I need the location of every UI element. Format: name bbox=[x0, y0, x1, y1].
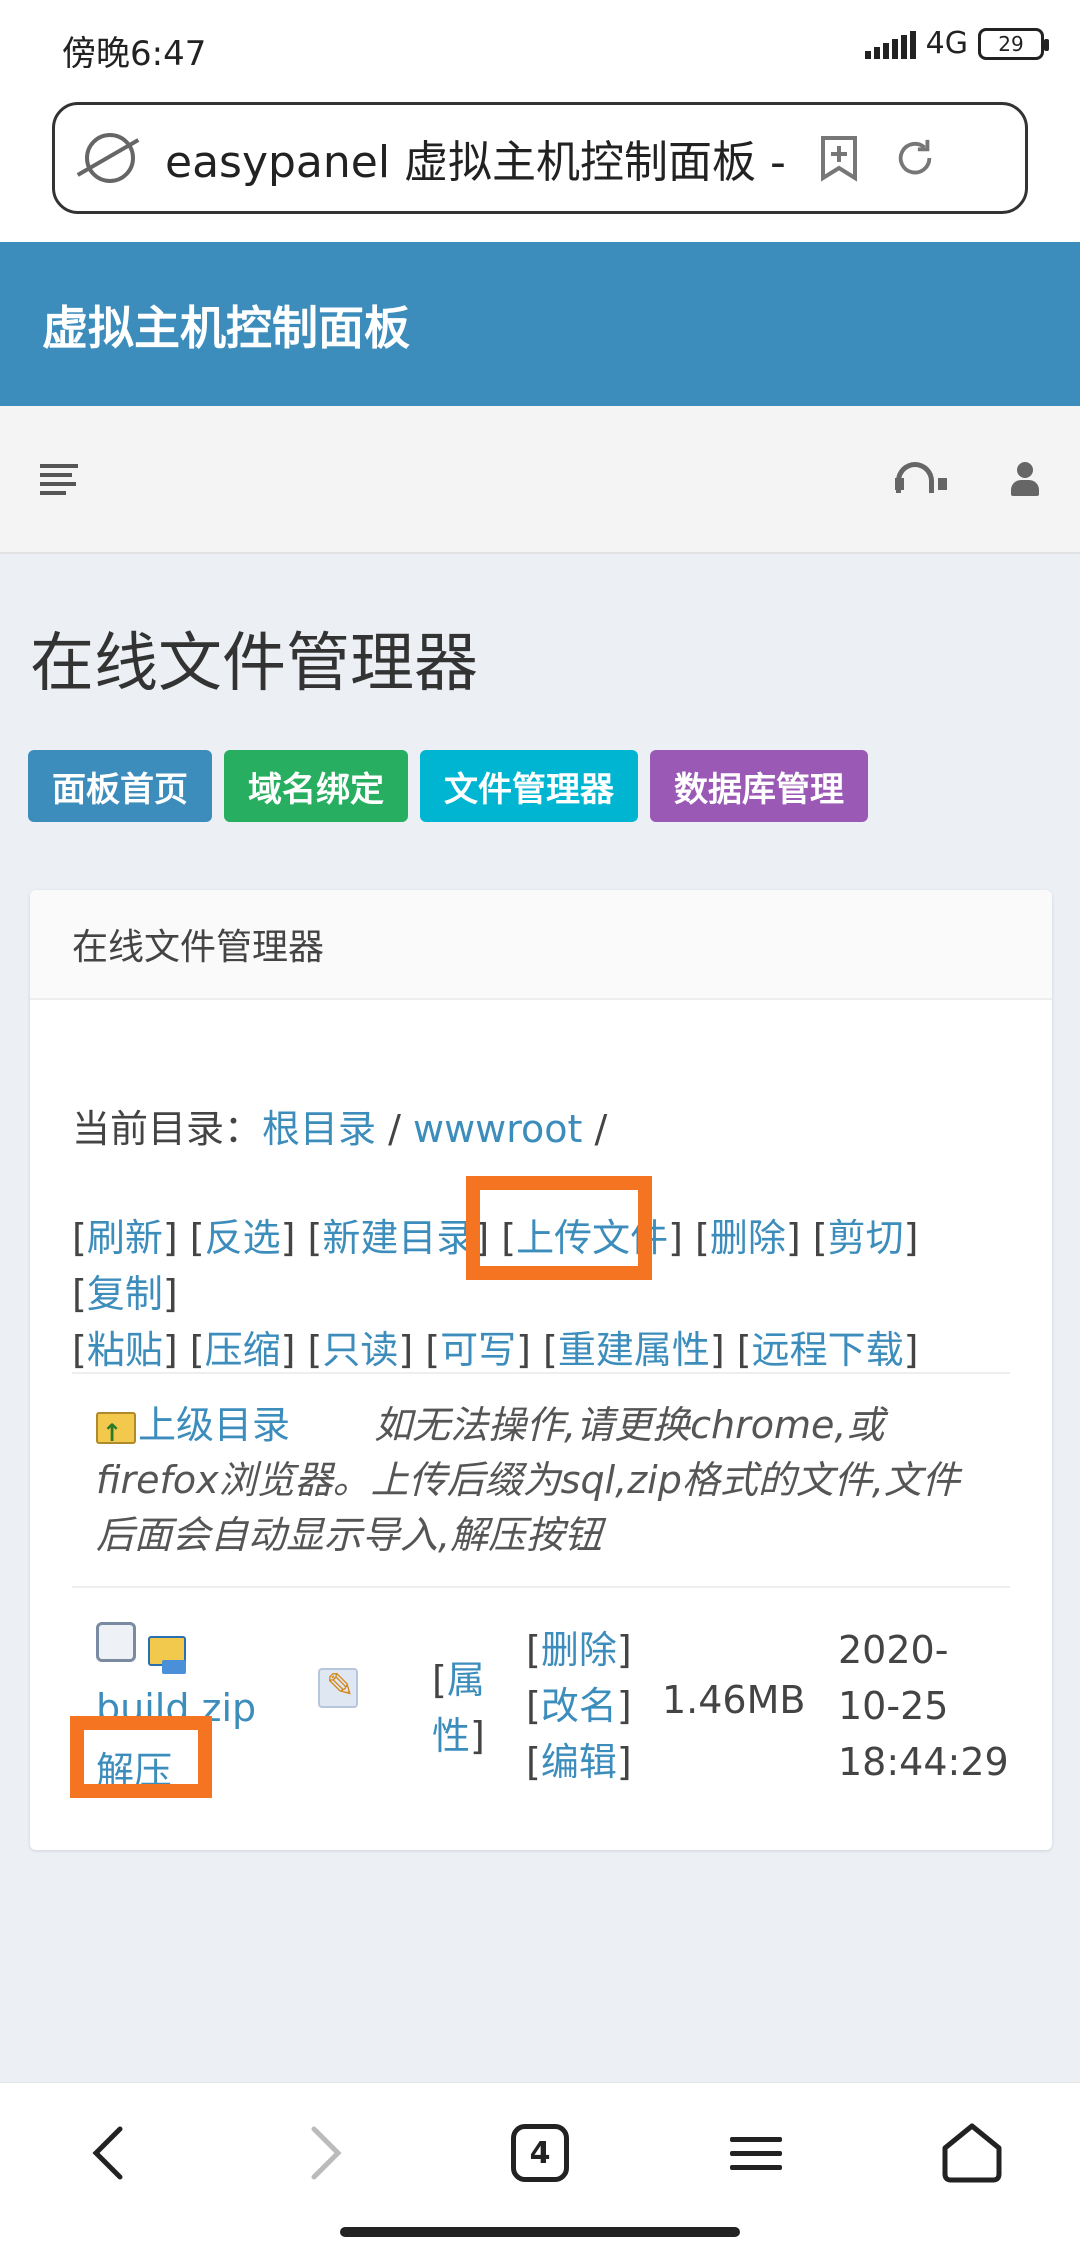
action-link-group: [复制] bbox=[72, 1272, 178, 1316]
action-link-group: [刷新] bbox=[72, 1216, 190, 1260]
menu-toggle-icon[interactable] bbox=[40, 464, 78, 495]
parent-directory-link[interactable]: 上级目录 bbox=[138, 1403, 290, 1447]
action-link-group: [粘贴] bbox=[72, 1328, 190, 1372]
action-link[interactable]: 重建属性 bbox=[558, 1328, 710, 1372]
action-link[interactable]: 刷新 bbox=[87, 1216, 163, 1260]
gesture-bar bbox=[340, 2227, 740, 2237]
signal-icon bbox=[864, 29, 916, 59]
domain-binding-button[interactable]: 域名绑定 bbox=[224, 750, 408, 822]
action-link[interactable]: 只读 bbox=[322, 1328, 398, 1372]
page-title: 在线文件管理器 bbox=[30, 627, 478, 701]
nav-button-row: 面板首页 域名绑定 文件管理器 数据库管理 bbox=[28, 750, 868, 822]
breadcrumb-separator: / bbox=[582, 1107, 608, 1151]
battery-icon: 29 bbox=[978, 27, 1049, 60]
file-date: 2020- 10-25 18:44:29 bbox=[838, 1622, 1009, 1790]
menu-icon[interactable] bbox=[716, 2113, 796, 2193]
refresh-icon[interactable] bbox=[893, 134, 937, 182]
action-link-group: [可写] bbox=[425, 1328, 543, 1372]
file-manager-box: 在线文件管理器 当前目录：根目录 / wwwroot / [刷新] [反选] [… bbox=[30, 890, 1052, 1850]
current-directory: 当前目录：根目录 / wwwroot / bbox=[72, 1098, 607, 1153]
file-checkbox[interactable] bbox=[96, 1622, 136, 1662]
properties-link[interactable]: [属性] bbox=[432, 1652, 492, 1764]
edit-file-icon[interactable] bbox=[318, 1666, 358, 1708]
action-link-group: [反选] bbox=[189, 1216, 308, 1260]
brand-title[interactable]: 虚拟主机控制面板 bbox=[42, 292, 410, 358]
action-link[interactable]: 新建目录 bbox=[322, 1216, 474, 1260]
folder-up-icon[interactable] bbox=[96, 1406, 136, 1461]
action-link-group: [删除] bbox=[695, 1216, 813, 1260]
panel-home-button[interactable]: 面板首页 bbox=[28, 750, 212, 822]
delete-file-link[interactable]: 删除 bbox=[541, 1628, 617, 1672]
breadcrumb-separator: / bbox=[376, 1107, 413, 1151]
address-bar[interactable]: easypanel 虚拟主机控制面板 - bbox=[52, 102, 1028, 214]
url-text[interactable]: easypanel 虚拟主机控制面板 - bbox=[165, 126, 785, 190]
forward-icon[interactable] bbox=[286, 2113, 366, 2193]
zip-file-icon bbox=[148, 1632, 190, 1674]
rename-file-link[interactable]: 改名 bbox=[541, 1684, 617, 1728]
upload-highlight-box bbox=[466, 1176, 652, 1280]
divider bbox=[72, 1586, 1010, 1588]
properties-label[interactable]: 属性 bbox=[432, 1658, 485, 1758]
battery-level: 29 bbox=[998, 31, 1024, 56]
back-icon[interactable] bbox=[68, 2113, 148, 2193]
status-bar: 傍晚6:47 4G 29 bbox=[0, 0, 1080, 96]
current-dir-label: 当前目录： bbox=[72, 1107, 263, 1151]
file-manager-button[interactable]: 文件管理器 bbox=[420, 750, 638, 822]
file-row: build.zip 解压 [属性] [删除] [改名] [编辑] 1.46MB … bbox=[72, 1608, 1032, 1828]
action-link-group: [只读] bbox=[307, 1328, 426, 1372]
tab-count: 4 bbox=[529, 2135, 551, 2171]
home-icon[interactable] bbox=[932, 2113, 1012, 2193]
browser-toolbar: easypanel 虚拟主机控制面板 - bbox=[0, 96, 1080, 242]
file-date-line: 18:44:29 bbox=[838, 1740, 1009, 1784]
network-type: 4G bbox=[925, 26, 968, 61]
unzip-highlight-box bbox=[70, 1716, 212, 1798]
bookmark-add-icon[interactable] bbox=[817, 134, 861, 182]
box-title: 在线文件管理器 bbox=[30, 890, 1052, 1000]
status-time: 傍晚6:47 bbox=[62, 34, 207, 74]
action-link[interactable]: 远程下载 bbox=[752, 1328, 904, 1372]
top-navbar bbox=[0, 406, 1080, 554]
app-header: 虚拟主机控制面板 bbox=[0, 242, 1080, 406]
edit-file-link[interactable]: 编辑 bbox=[541, 1740, 617, 1784]
tabs-button[interactable]: 4 bbox=[500, 2113, 580, 2193]
database-manager-button[interactable]: 数据库管理 bbox=[650, 750, 868, 822]
action-link-group: [剪切] bbox=[812, 1216, 919, 1260]
browser-bottom-bar: 4 bbox=[0, 2082, 1080, 2248]
action-link[interactable]: 压缩 bbox=[205, 1328, 281, 1372]
action-link[interactable]: 剪切 bbox=[828, 1216, 904, 1260]
action-link[interactable]: 粘贴 bbox=[87, 1328, 163, 1372]
breadcrumb-root[interactable]: 根目录 bbox=[262, 1107, 376, 1151]
headset-icon[interactable] bbox=[890, 456, 947, 500]
file-size: 1.46MB bbox=[662, 1678, 806, 1722]
action-link-group: [重建属性] bbox=[543, 1328, 737, 1372]
action-link[interactable]: 反选 bbox=[205, 1216, 281, 1260]
action-link-group: [远程下载] bbox=[736, 1328, 919, 1372]
file-date-line: 2020- bbox=[838, 1628, 949, 1672]
breadcrumb-wwwroot[interactable]: wwwroot bbox=[413, 1107, 582, 1151]
file-date-line: 10-25 bbox=[838, 1684, 949, 1728]
user-icon[interactable] bbox=[1004, 456, 1048, 500]
action-link[interactable]: 可写 bbox=[440, 1328, 516, 1372]
action-link-group: [压缩] bbox=[189, 1328, 308, 1372]
parent-directory-row: 上级目录如无法操作,请更换chrome,或firefox浏览器。上传后缀为sql… bbox=[96, 1398, 996, 1563]
site-icon bbox=[85, 133, 135, 183]
action-link[interactable]: 复制 bbox=[87, 1272, 163, 1316]
tabs-icon: 4 bbox=[511, 2124, 569, 2182]
action-link[interactable]: 删除 bbox=[710, 1216, 786, 1260]
file-operations: [删除] [改名] [编辑] bbox=[526, 1628, 632, 1784]
divider bbox=[72, 1372, 1010, 1374]
status-icons: 4G 29 bbox=[864, 26, 1049, 61]
